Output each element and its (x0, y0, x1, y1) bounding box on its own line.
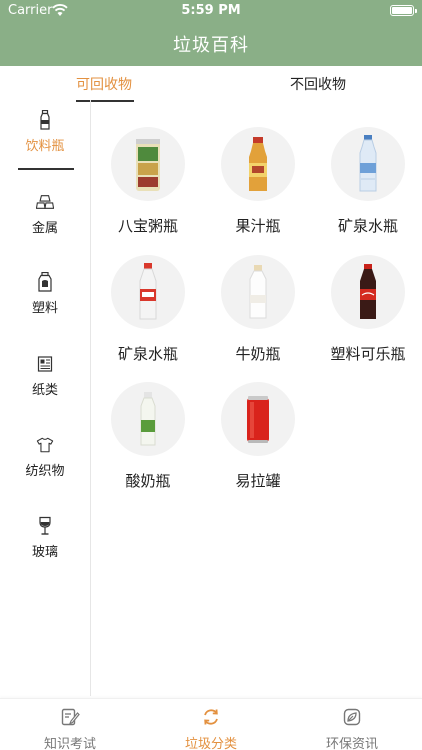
juice-bottle-icon (249, 137, 267, 191)
tab-recyclable[interactable]: 可回收物 (76, 74, 134, 102)
tab-knowledge-exam[interactable]: 知识考试 (0, 699, 140, 750)
category-label: 玻璃 (31, 545, 58, 560)
tab-label: 垃圾分类 (184, 737, 237, 750)
tab-label: 知识考试 (43, 737, 96, 750)
soda-can-icon (247, 396, 269, 443)
grid-item-water-bottle-2[interactable]: 矿泉水瓶 (92, 228, 202, 363)
item-thumbnail (111, 382, 185, 456)
plastic-container-icon (38, 272, 52, 292)
bottle-icon (40, 110, 50, 130)
sidebar-item-textile[interactable]: 纺织物 (0, 435, 90, 507)
water-bottle-red-cap-icon (139, 263, 157, 320)
porridge-can-icon (136, 139, 160, 191)
sidebar-item-paper[interactable]: 纸类 (0, 354, 90, 426)
grid-item-milk-bottle[interactable]: 牛奶瓶 (202, 228, 312, 363)
segment-tabs: 可回收物 不回收物 (0, 66, 422, 102)
sidebar-item-beverage-bottle[interactable]: 饮料瓶 (0, 110, 90, 182)
grid-item-juice-bottle[interactable]: 果汁瓶 (202, 100, 312, 235)
category-label: 纺织物 (25, 464, 65, 479)
clock: 5:59 PM (181, 3, 241, 18)
nav-header: Carrier 5:59 PM 垃圾百科 (0, 0, 422, 66)
tshirt-icon (36, 437, 54, 453)
news-leaf-icon (343, 708, 361, 726)
sidebar-item-plastic[interactable]: 塑料 (0, 272, 90, 344)
sidebar-item-metal[interactable]: 金属 (0, 192, 90, 264)
bottom-tab-bar: 知识考试 垃圾分类 环保资讯 (0, 698, 422, 750)
status-bar: Carrier 5:59 PM (0, 0, 422, 22)
item-thumbnail (221, 382, 295, 456)
grid-item-soda-can[interactable]: 易拉罐 (202, 355, 312, 490)
grid-item-yogurt-bottle[interactable]: 酸奶瓶 (92, 355, 202, 490)
page-title: 垃圾百科 (173, 35, 249, 56)
item-thumbnail (111, 255, 185, 329)
category-label: 金属 (31, 221, 58, 236)
sidebar-item-glass[interactable]: 玻璃 (0, 516, 90, 588)
tab-eco-news[interactable]: 环保资讯 (282, 699, 422, 750)
item-thumbnail (331, 127, 405, 201)
recycle-arrows-icon (204, 709, 218, 725)
cola-bottle-icon (360, 264, 376, 319)
exam-icon (61, 708, 80, 726)
item-thumbnail (221, 127, 295, 201)
grid-item-water-bottle[interactable]: 矿泉水瓶 (312, 100, 422, 235)
grid-item-cola-bottle[interactable]: 塑料可乐瓶 (312, 228, 422, 363)
category-label: 纸类 (31, 383, 58, 398)
metal-bars-icon (36, 195, 54, 209)
grid-item-porridge-can[interactable]: 八宝粥瓶 (92, 100, 202, 235)
water-bottle-icon (359, 135, 377, 192)
battery-icon (390, 5, 417, 16)
item-label: 易拉罐 (235, 472, 281, 490)
tab-label: 环保资讯 (325, 737, 378, 750)
newspaper-icon (37, 356, 53, 372)
tab-non-recyclable[interactable]: 不回收物 (290, 74, 346, 94)
item-thumbnail (221, 255, 295, 329)
category-sidebar: 饮料瓶 金属 塑料 纸类 纺织物 玻璃 (0, 100, 91, 696)
wine-glass-icon (39, 516, 51, 535)
tab-garbage-classification[interactable]: 垃圾分类 (141, 699, 281, 750)
item-thumbnail (331, 255, 405, 329)
yogurt-bottle-icon (140, 392, 156, 446)
milk-bottle-icon (249, 265, 267, 319)
category-label: 饮料瓶 (25, 139, 65, 154)
item-label: 酸奶瓶 (125, 472, 171, 490)
category-label: 塑料 (31, 301, 58, 316)
item-label: 塑料可乐瓶 (330, 345, 406, 363)
item-thumbnail (111, 127, 185, 201)
